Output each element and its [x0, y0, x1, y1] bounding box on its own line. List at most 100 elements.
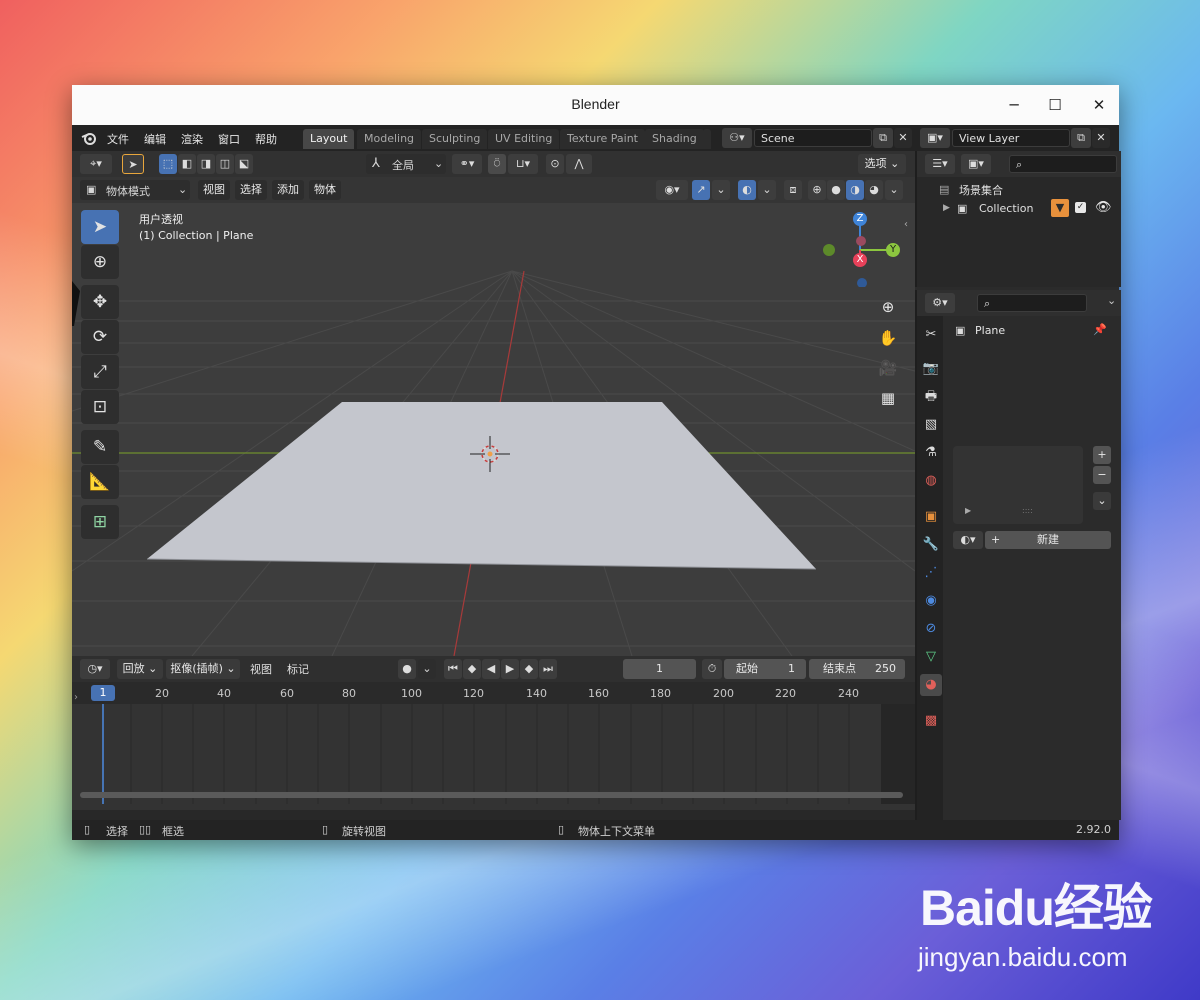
editor-type-icon[interactable]: ⌖▾ [80, 154, 112, 174]
scene-browse-icon[interactable]: ⚇▾ [722, 128, 752, 148]
keying-menu[interactable]: 抠像(插帧) ⌄ [166, 659, 240, 679]
next-keyframe-icon[interactable]: ◆ [520, 659, 538, 679]
end-frame-field[interactable]: 结束点 250 [809, 659, 905, 679]
timeline-marker-menu[interactable]: 标记 [287, 661, 309, 677]
material-browse-icon[interactable]: ◐▾ [953, 531, 983, 549]
material-tab-icon[interactable]: ◕ [920, 674, 942, 696]
timeline-view-menu[interactable]: 视图 [250, 661, 272, 677]
annotate-tool[interactable]: ✎ [81, 430, 119, 464]
gizmo-dropdown-icon[interactable]: ⌄ [712, 180, 730, 200]
jump-start-icon[interactable]: ⏮ [444, 659, 462, 679]
add-slot-button[interactable]: + [1093, 446, 1111, 464]
overlay-dropdown-icon[interactable]: ⌄ [758, 180, 776, 200]
camera-icon[interactable]: 🎥 [875, 355, 901, 381]
shading-dropdown-icon[interactable]: ⌄ [885, 180, 903, 200]
menu-help[interactable]: 帮助 [255, 131, 277, 147]
scale-tool[interactable]: ⤢ [81, 355, 119, 389]
exclude-checkbox[interactable]: ✓ [1075, 202, 1086, 213]
tab-texture-paint[interactable]: Texture Paint [560, 129, 645, 149]
properties-editor[interactable]: ⚙▾ ⌕ ⌄ ✂ 📷 🖶 ▧ ⚗ ◍ ▣ 🔧 ⋰ ◉ ⊘ ▽ ◕ ▩ ▣ Pla… [915, 290, 1121, 820]
menu-object[interactable]: 物体 [309, 180, 341, 200]
output-tab-icon[interactable]: 🖶 [920, 386, 942, 408]
new-view-layer-icon[interactable]: ⧉ [1071, 128, 1091, 148]
select-extend-icon[interactable]: ◧ [178, 154, 196, 174]
delete-scene-icon[interactable]: ✕ [894, 128, 912, 148]
list-resize-handle[interactable]: :::: [1022, 506, 1033, 515]
solid-shading-icon[interactable]: ● [827, 180, 845, 200]
constraints-tab-icon[interactable]: ⊘ [920, 618, 942, 640]
snap-target-icon[interactable]: ⊔▾ [508, 154, 538, 174]
options-dropdown[interactable]: 选项 ⌄ [858, 154, 906, 174]
tab-overflow[interactable] [703, 129, 711, 149]
timeline-editor[interactable]: ◷▾ 回放 ⌄ 抠像(插帧) ⌄ 视图 标记 ● ⌄ ⏮ ◆ ◀ ▶ ◆ ⏭ 1… [72, 656, 915, 820]
3d-viewport[interactable]: ⌖▾ ➤ ⬚ ◧ ◨ ◫ ⬕ ⅄ 全局 ⌄ ⚭▾ ⍥ ⊔▾ ⊙ ⋀ 选项 ⌄ ▣… [72, 151, 915, 656]
proportional-falloff-icon[interactable]: ⋀ [566, 154, 592, 174]
move-tool[interactable]: ✥ [81, 285, 119, 319]
menu-file[interactable]: 文件 [107, 131, 129, 147]
sidebar-toggle-icon[interactable]: ‹ [904, 219, 908, 230]
slot-specials-icon[interactable]: ⌄ [1093, 492, 1111, 510]
jump-end-icon[interactable]: ⏭ [539, 659, 557, 679]
current-frame-field[interactable]: 1 [623, 659, 696, 679]
menu-add[interactable]: 添加 [272, 180, 304, 200]
expand-arrow-icon[interactable]: ▶ [943, 203, 950, 213]
select-box-tool[interactable]: ➤ [81, 210, 119, 244]
select-subtract-icon[interactable]: ◨ [197, 154, 215, 174]
eye-icon[interactable]: 👁 [1095, 200, 1112, 215]
display-mode-icon[interactable]: ▣▾ [961, 154, 991, 174]
new-scene-icon[interactable]: ⧉ [873, 128, 893, 148]
object-filter-icon[interactable]: ▼ [1051, 199, 1069, 217]
pivot-point-icon[interactable]: ⚭▾ [452, 154, 482, 174]
play-reverse-icon[interactable]: ◀ [482, 659, 500, 679]
properties-editor-type-icon[interactable]: ⚙▾ [925, 293, 955, 313]
play-icon[interactable]: ▶ [501, 659, 519, 679]
playhead-frame-label[interactable]: 1 [91, 685, 115, 701]
gizmo-toggle-icon[interactable]: ↗ [692, 180, 710, 200]
gizmo-x[interactable]: X [853, 253, 867, 267]
world-tab-icon[interactable]: ◍ [920, 470, 942, 492]
physics-tab-icon[interactable]: ◉ [920, 590, 942, 612]
timeline-track-area[interactable]: › [72, 692, 915, 810]
menu-edit[interactable]: 编辑 [144, 131, 166, 147]
snap-toggle-icon[interactable]: ⍥ [488, 154, 506, 174]
properties-search-input[interactable]: ⌕ [977, 294, 1087, 312]
transform-tool[interactable]: ⊡ [81, 390, 119, 424]
xray-toggle-icon[interactable]: ⧈ [784, 180, 802, 200]
particles-tab-icon[interactable]: ⋰ [920, 562, 942, 584]
minimize-button[interactable]: ─ [1004, 95, 1024, 115]
transform-orientation-select[interactable]: ⅄ 全局 ⌄ [366, 154, 446, 174]
tool-tab-icon[interactable]: ✂ [920, 324, 942, 346]
outliner[interactable]: ☰▾ ▣▾ ⌕ ▤ 场景集合 ▶ ▣ Collection ▼ ✓ 👁 [915, 151, 1121, 287]
menu-view[interactable]: 视图 [198, 180, 230, 200]
playback-menu[interactable]: 回放 ⌄ [117, 659, 163, 679]
data-tab-icon[interactable]: ▽ [920, 646, 942, 668]
rendered-shading-icon[interactable]: ◕ [865, 180, 883, 200]
menu-select[interactable]: 选择 [235, 180, 267, 200]
prev-keyframe-icon[interactable]: ◆ [463, 659, 481, 679]
perspective-grid-icon[interactable]: ▦ [875, 385, 901, 411]
blender-logo-icon[interactable] [80, 129, 98, 147]
visibility-icon[interactable]: ◉▾ [656, 180, 688, 200]
close-button[interactable]: ✕ [1089, 95, 1109, 115]
remove-slot-button[interactable]: − [1093, 466, 1111, 484]
proportional-edit-icon[interactable]: ⊙ [546, 154, 564, 174]
material-slot-list[interactable]: ▶ :::: [953, 446, 1083, 524]
view-layer-tab-icon[interactable]: ▧ [920, 414, 942, 436]
chevron-down-icon[interactable]: ⌄ [1107, 294, 1116, 307]
measure-tool[interactable]: 📐 [81, 465, 119, 499]
view-layer-browse-icon[interactable]: ▣▾ [920, 128, 950, 148]
scene-tab-icon[interactable]: ⚗ [920, 442, 942, 464]
expand-arrow-icon[interactable]: ▶ [965, 506, 971, 515]
gizmo-z[interactable]: Z [853, 212, 867, 226]
wireframe-shading-icon[interactable]: ⊕ [808, 180, 826, 200]
mode-select[interactable]: ▣ 物体模式 ⌄ [80, 180, 190, 200]
texture-tab-icon[interactable]: ▩ [920, 710, 942, 732]
select-mode-tweak-icon[interactable]: ➤ [122, 154, 144, 174]
select-new-icon[interactable]: ⬚ [159, 154, 177, 174]
tab-modeling[interactable]: Modeling [357, 129, 422, 149]
object-tab-icon[interactable]: ▣ [920, 506, 942, 528]
stopwatch-icon[interactable]: ⏱ [702, 659, 722, 679]
outliner-editor-type-icon[interactable]: ☰▾ [925, 154, 955, 174]
tab-uv-editing[interactable]: UV Editing [488, 129, 560, 149]
rotate-tool[interactable]: ⟳ [81, 320, 119, 354]
